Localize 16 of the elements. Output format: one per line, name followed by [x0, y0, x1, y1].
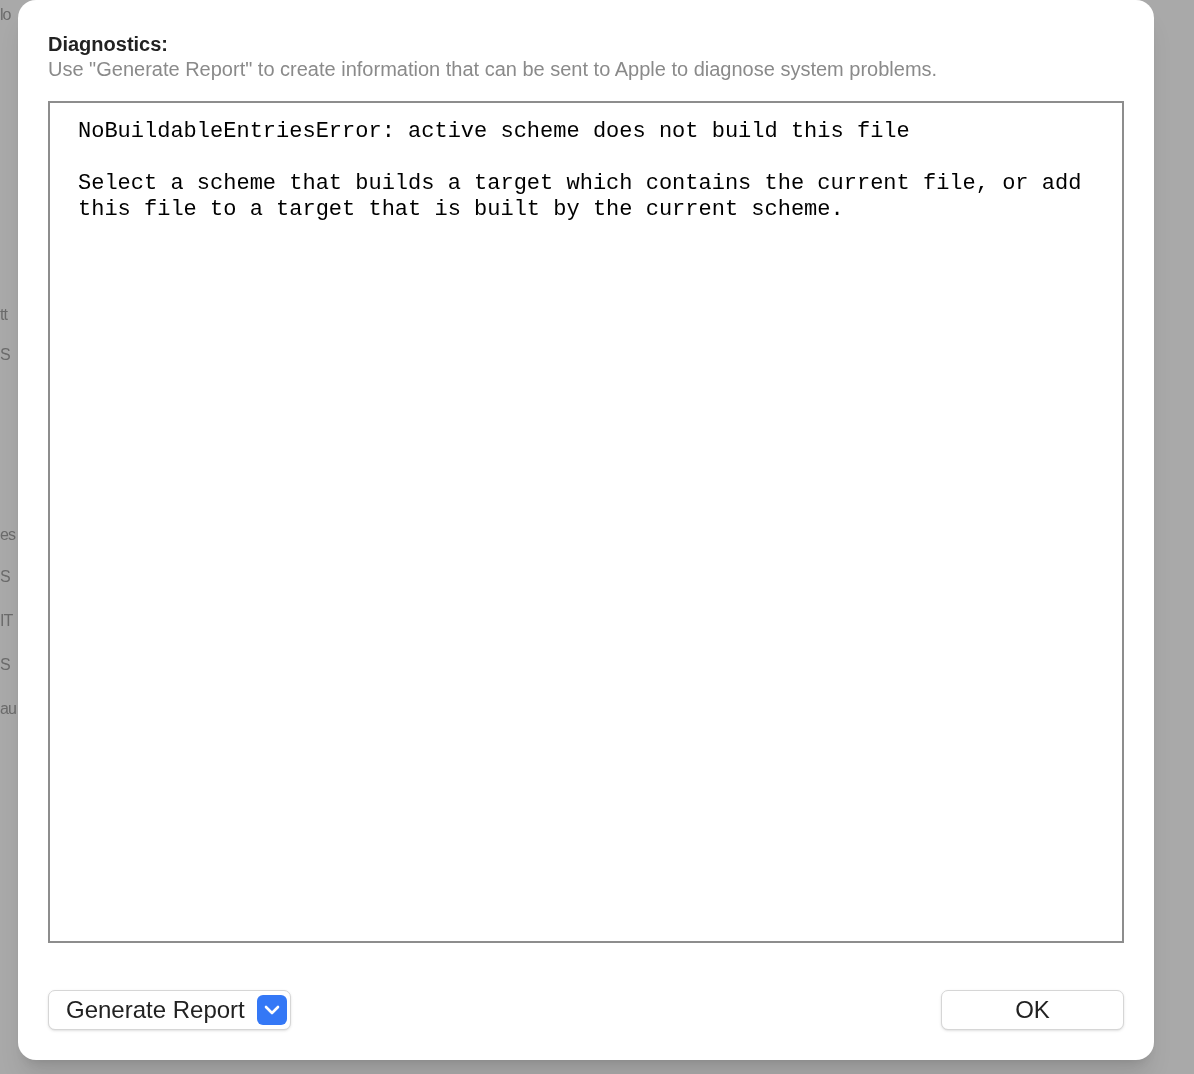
generate-report-button[interactable]: Generate Report [48, 990, 291, 1030]
background-text: au [0, 699, 16, 719]
log-message: NoBuildableEntriesError: active scheme does not build this file [78, 119, 911, 145]
background-text: S [0, 567, 10, 587]
dialog-description: Use "Generate Report" to create information that can be sent to Apple to diagnose system problems. [48, 57, 939, 82]
chevron-down-icon [256, 995, 287, 1025]
background-text: es [0, 525, 15, 545]
log-message: Select a scheme that builds a target which contains the current file, or add this file to a target that is built by the current scheme. [78, 171, 1082, 223]
background-text: S [0, 345, 10, 365]
log-text-area[interactable]: NoBuildableEntriesError: active scheme does not build this file Select a scheme that builds a target which contains the current file, or add this file to a target that is built by the current scheme. [48, 101, 1124, 943]
background-text: lo [0, 5, 11, 25]
background-text: IT [0, 611, 13, 631]
ok-button[interactable]: OK [941, 990, 1124, 1030]
background-text: tt [0, 305, 7, 325]
dialog-heading: Diagnostics: [48, 32, 170, 56]
background-text: S [0, 655, 10, 675]
